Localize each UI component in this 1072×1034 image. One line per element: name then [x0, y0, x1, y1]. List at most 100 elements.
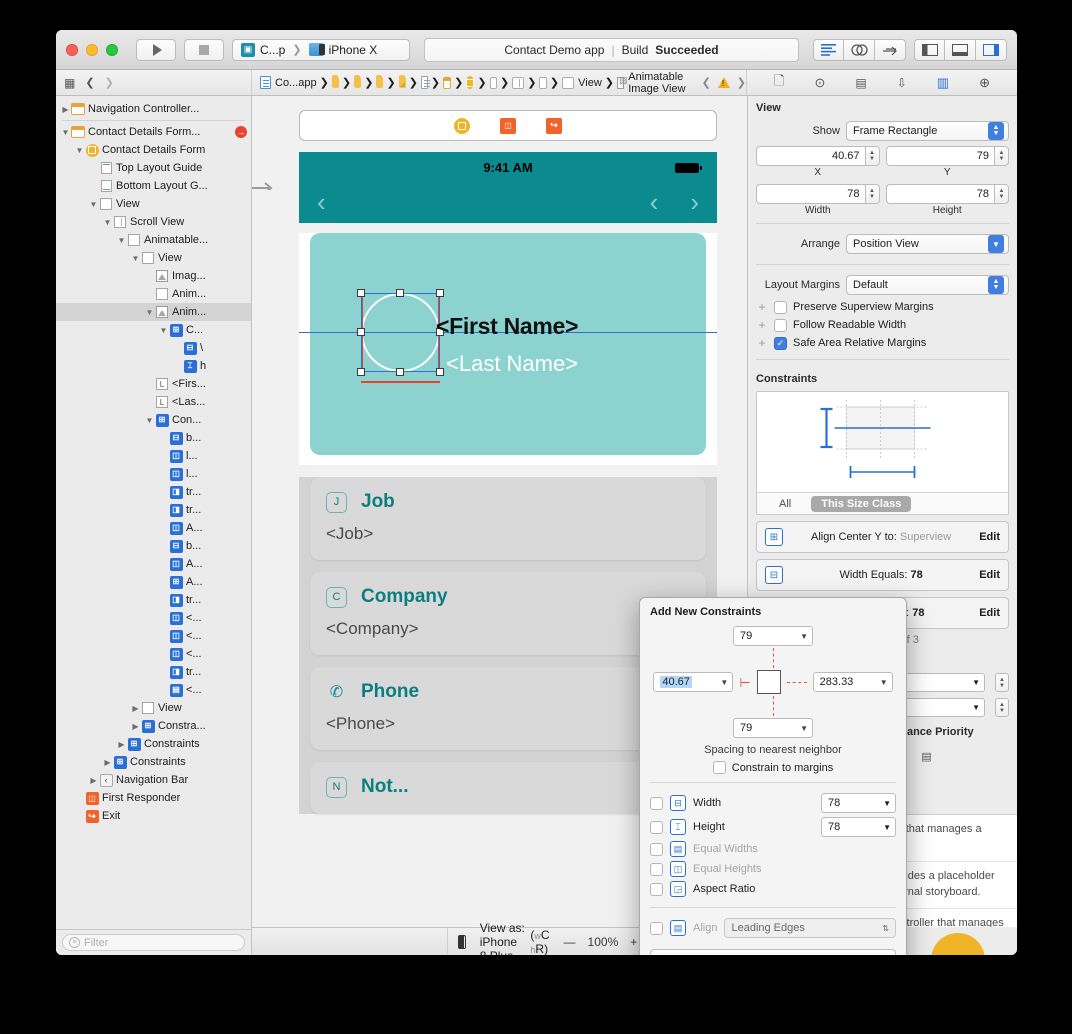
frame-y-stepper[interactable]: ▲ ▼ [994, 146, 1009, 166]
last-name-label[interactable]: <Last Name> [446, 351, 578, 377]
breadcrumb-item-view-1[interactable] [489, 76, 498, 89]
tree-row[interactable]: ◨ tr... [56, 663, 251, 681]
related-items-icon[interactable]: ▦ [64, 76, 75, 90]
card-value[interactable]: <Company> [326, 619, 690, 639]
trailing-spacing-field[interactable]: 283.33 ▼ [812, 672, 893, 692]
show-select[interactable]: Frame Rectangle ▲ ▼ [846, 121, 1009, 141]
breadcrumb-item-scroll-view[interactable] [512, 76, 525, 89]
add-variation-icon[interactable]: + [756, 318, 768, 332]
align-checkbox[interactable] [650, 921, 663, 935]
disclosure-collapsed-icon[interactable]: ▶ [130, 704, 141, 713]
constrain-to-margins-checkbox[interactable] [712, 761, 726, 774]
tree-row[interactable]: ▶ Navigation Controller... [56, 100, 251, 118]
breadcrumb-item-folder-group[interactable] [398, 75, 406, 88]
add-variation-icon[interactable]: + [756, 300, 768, 314]
disclosure-collapsed-icon[interactable]: ▶ [60, 105, 71, 114]
tree-row[interactable]: ◨ tr... [56, 483, 251, 501]
tree-row[interactable]: ▼ View [56, 249, 251, 267]
resize-handle-tl[interactable] [357, 289, 365, 297]
warning-triangle-icon[interactable] [717, 77, 730, 88]
toggle-inspector-button[interactable] [976, 38, 1007, 61]
leading-spacing-field[interactable]: 40.67 ▼ [653, 672, 734, 692]
tree-row[interactable]: ↪ Exit [56, 807, 251, 825]
close-button[interactable] [66, 43, 78, 56]
arrange-select[interactable]: Position View ▼ [846, 234, 1009, 254]
hugging-horizontal-stepper[interactable]: ▲ ▼ [995, 673, 1009, 692]
breadcrumb-item-document[interactable] [421, 76, 430, 89]
tree-row[interactable]: ◫ l... [56, 447, 251, 465]
frame-x-input[interactable]: 40.67 [756, 146, 865, 166]
zoom-out-button[interactable]: — [564, 935, 576, 949]
run-button[interactable] [136, 38, 176, 61]
constraint-option-checkbox[interactable] [650, 796, 663, 810]
margin-checkbox[interactable] [774, 300, 787, 314]
tree-row[interactable]: ◫ <... [56, 645, 251, 663]
frame-y-input[interactable]: 79 [885, 146, 994, 166]
breadcrumb-item-view-controller[interactable] [466, 76, 475, 89]
disclosure-collapsed-icon[interactable]: ▶ [130, 722, 141, 731]
card-value[interactable]: <Phone> [326, 714, 690, 734]
outline-tree[interactable]: ▶ Navigation Controller... ▼ Contact Detail… [56, 96, 251, 929]
disclosure-expanded-icon[interactable]: ▼ [74, 146, 85, 155]
breadcrumb-item-folder-1[interactable] [331, 75, 339, 88]
tree-row[interactable]: ◫ <... [56, 627, 251, 645]
tree-row[interactable]: L <Firs... [56, 375, 251, 393]
disclosure-expanded-icon[interactable]: ▼ [144, 416, 155, 425]
scene-error-badge[interactable]: → [235, 126, 247, 138]
breadcrumb-item-folder-3[interactable] [376, 75, 384, 88]
tree-row[interactable]: ▼ Contact Details Form... → [56, 123, 251, 141]
disclosure-expanded-icon[interactable]: ▼ [60, 128, 71, 137]
zoom-button[interactable] [106, 43, 118, 56]
stop-button[interactable] [184, 38, 224, 61]
resize-handle-tc[interactable] [396, 289, 404, 297]
trailing-connector-icon[interactable] [786, 681, 807, 683]
connections-inspector-tab[interactable]: ⊕ [979, 75, 990, 91]
tree-row[interactable]: ▼ Animatable... [56, 231, 251, 249]
tree-row[interactable]: ⊟ b... [56, 537, 251, 555]
identity-inspector-tab[interactable]: ▤ [855, 76, 866, 90]
tree-row[interactable]: ◨ tr... [56, 591, 251, 609]
tree-row[interactable]: ▼ Contact Details Form [56, 141, 251, 159]
toggle-navigator-button[interactable] [914, 38, 945, 61]
resize-handle-tr[interactable] [436, 289, 444, 297]
constraint-tab-this-size-class[interactable]: This Size Class [811, 495, 912, 512]
breadcrumb-item-animatable-image-view[interactable]: Animatable Image View [617, 71, 689, 95]
tree-row[interactable]: ◫ First Responder [56, 789, 251, 807]
disclosure-expanded-icon[interactable]: ▼ [116, 236, 127, 245]
tree-row[interactable]: ⊟ b... [56, 429, 251, 447]
add-variation-icon[interactable]: + [756, 336, 768, 350]
tree-row[interactable]: L <Las... [56, 393, 251, 411]
toggle-debug-button[interactable] [945, 38, 976, 61]
breadcrumb-item-view-3[interactable]: View [562, 76, 602, 89]
tree-row[interactable]: ◨ tr... [56, 501, 251, 519]
margin-checkbox[interactable]: ✓ [774, 336, 787, 350]
nav-prev-icon[interactable]: ‹ [650, 187, 659, 218]
disclosure-expanded-icon[interactable]: ▼ [158, 326, 169, 335]
form-card[interactable]: J Job <Job> [310, 477, 706, 560]
constraint-item[interactable]: ⊟ Width Equals: 78 Edit [756, 559, 1009, 591]
constraint-edit-button[interactable]: Edit [979, 531, 1000, 543]
resize-handle-bc[interactable] [396, 368, 404, 376]
constraint-option-value[interactable]: 78 ▼ [821, 793, 896, 813]
view-controller-icon[interactable] [454, 117, 470, 134]
add-constraint-button[interactable]: Add 1 Constraint [650, 949, 896, 955]
assistant-editor-button[interactable] [844, 38, 875, 61]
tree-row[interactable]: ◫ l... [56, 465, 251, 483]
tree-row[interactable]: ▼ Scroll View [56, 213, 251, 231]
breadcrumb-item-storyboard[interactable] [443, 76, 452, 89]
add-new-constraints-popover[interactable]: Add New Constraints 79 ▼ 40.67 ▼ ⊢ 283.3… [639, 597, 907, 955]
frame-width-stepper[interactable]: ▲ ▼ [864, 184, 880, 204]
standard-editor-button[interactable] [813, 38, 844, 61]
tree-row[interactable]: ▼ Anim... [56, 303, 251, 321]
frame-height-stepper[interactable]: ▲ ▼ [994, 184, 1009, 204]
back-button[interactable]: ❮ [85, 76, 94, 89]
constraint-tab-all[interactable]: All [769, 496, 801, 512]
top-spacing-field[interactable]: 79 ▼ [733, 626, 813, 646]
issue-prev-button[interactable]: ❮ [702, 76, 711, 89]
list-icon[interactable]: ▤ [916, 748, 938, 764]
margin-checkbox[interactable] [774, 318, 787, 332]
tree-row[interactable]: ▼ ⊞ C... [56, 321, 251, 339]
tree-row[interactable]: ⊞ A... [56, 573, 251, 591]
disclosure-expanded-icon[interactable]: ▼ [88, 200, 99, 209]
tree-row[interactable]: ▶ ⊞ Constraints [56, 735, 251, 753]
